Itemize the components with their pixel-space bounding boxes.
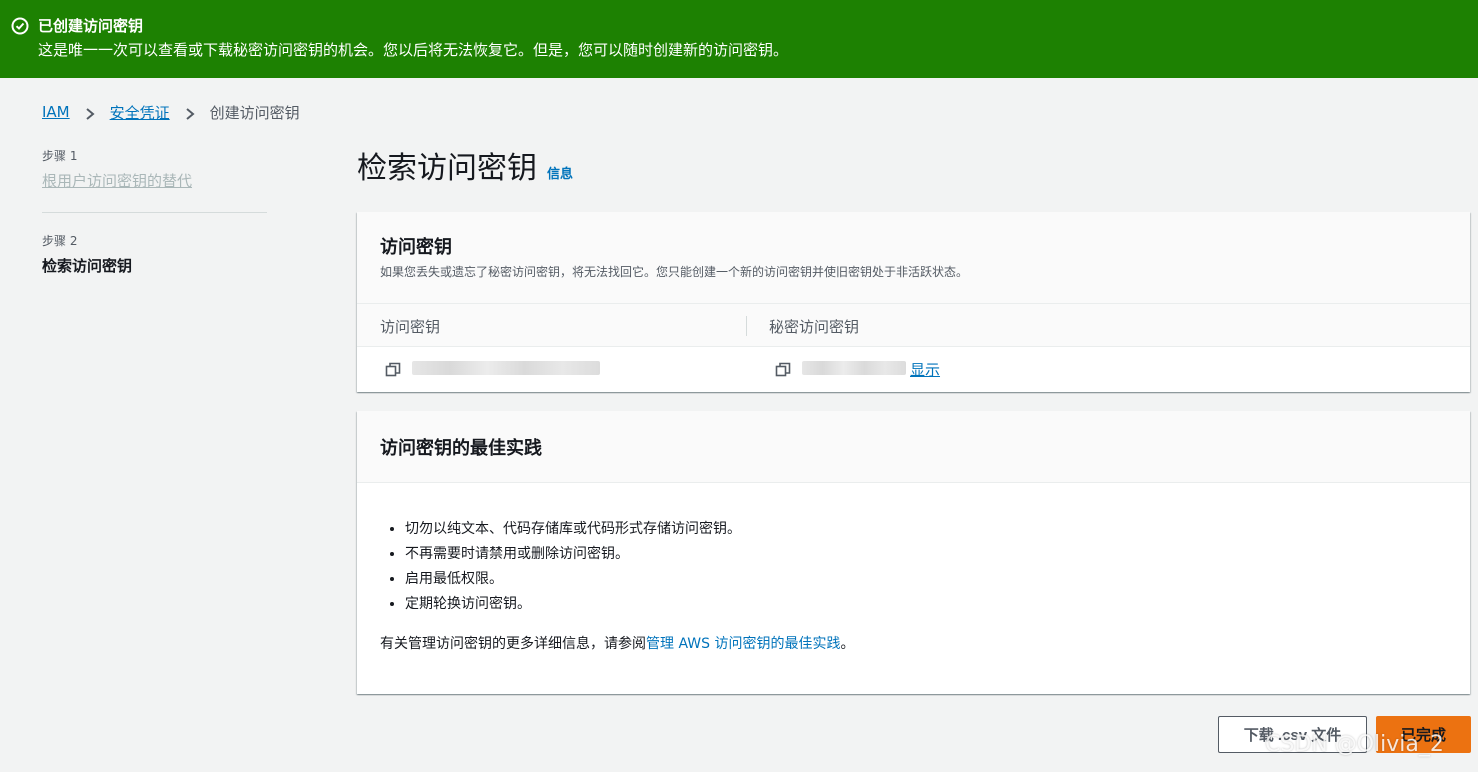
step-divider — [42, 212, 267, 213]
table-header: 访问密钥 秘密访问密钥 — [357, 304, 1470, 347]
step-2-title: 检索访问密钥 — [42, 257, 133, 275]
list-item: 定期轮换访问密钥。 — [405, 592, 741, 617]
banner-title: 已创建访问密钥 — [38, 17, 144, 35]
list-item: 不再需要时请禁用或删除访问密钥。 — [405, 542, 741, 567]
more-info-prefix: 有关管理访问密钥的更多详细信息，请参阅 — [380, 636, 646, 652]
copy-icon[interactable] — [385, 362, 401, 378]
access-key-card-description: 如果您丢失或遗忘了秘密访问密钥，将无法找回它。您只能创建一个新的访问密钥并使旧密… — [380, 265, 969, 279]
step-1-label: 步骤 1 — [42, 149, 78, 163]
breadcrumb-current: 创建访问密钥 — [209, 103, 300, 122]
more-info-text: 有关管理访问密钥的更多详细信息，请参阅管理 AWS 访问密钥的最佳实践。 — [380, 632, 854, 656]
column-access-key: 访问密钥 — [380, 318, 441, 336]
secret-key-value-redacted — [802, 361, 906, 375]
page-header: 检索访问密钥 信息 — [357, 148, 573, 190]
more-info-suffix: 。 — [840, 636, 855, 652]
banner-message: 这是唯一一次可以查看或下载秘密访问密钥的机会。您以后将无法恢复它。但是，您可以随… — [38, 41, 789, 59]
best-practices-card-title: 访问密钥的最佳实践 — [380, 438, 542, 459]
breadcrumb: IAM 安全凭证 创建访问密钥 — [42, 101, 300, 123]
show-secret-link[interactable]: 显示 — [910, 359, 940, 380]
column-divider — [746, 316, 747, 336]
list-item: 切勿以纯文本、代码存储库或代码形式存储访问密钥。 — [405, 517, 741, 542]
access-key-card-title: 访问密钥 — [380, 237, 452, 258]
access-key-value-redacted — [412, 361, 600, 375]
list-item: 启用最低权限。 — [405, 567, 741, 592]
copy-icon[interactable] — [775, 362, 791, 378]
chevron-right-icon — [184, 106, 196, 120]
best-practices-link[interactable]: 管理 AWS 访问密钥的最佳实践 — [646, 636, 840, 652]
breadcrumb-iam[interactable]: IAM — [42, 103, 70, 121]
success-banner: 已创建访问密钥 这是唯一一次可以查看或下载秘密访问密钥的机会。您以后将无法恢复它… — [0, 0, 1478, 78]
column-secret-access-key: 秘密访问密钥 — [769, 318, 860, 336]
access-key-card: 访问密钥 如果您丢失或遗忘了秘密访问密钥，将无法找回它。您只能创建一个新的访问密… — [357, 212, 1470, 392]
chevron-right-icon — [84, 106, 96, 120]
step-1-title[interactable]: 根用户访问密钥的替代 — [42, 170, 267, 192]
watermark: CSDN @Olivia_2 — [1265, 732, 1444, 757]
wizard-steps: 步骤 1 根用户访问密钥的替代 步骤 2 检索访问密钥 — [42, 148, 267, 277]
best-practices-card: 访问密钥的最佳实践 切勿以纯文本、代码存储库或代码形式存储访问密钥。 不再需要时… — [357, 411, 1470, 694]
step-2-label: 步骤 2 — [42, 234, 78, 248]
best-practices-card-header: 访问密钥的最佳实践 — [357, 411, 1470, 483]
best-practices-list: 切勿以纯文本、代码存储库或代码形式存储访问密钥。 不再需要时请禁用或删除访问密钥… — [405, 517, 741, 617]
access-key-card-header: 访问密钥 如果您丢失或遗忘了秘密访问密钥，将无法找回它。您只能创建一个新的访问密… — [357, 212, 1470, 304]
info-link[interactable]: 信息 — [547, 163, 573, 182]
check-circle-icon — [11, 17, 29, 35]
breadcrumb-security-credentials[interactable]: 安全凭证 — [110, 102, 170, 123]
page-title: 检索访问密钥 — [357, 151, 537, 186]
table-row: 显示 — [357, 347, 1470, 392]
